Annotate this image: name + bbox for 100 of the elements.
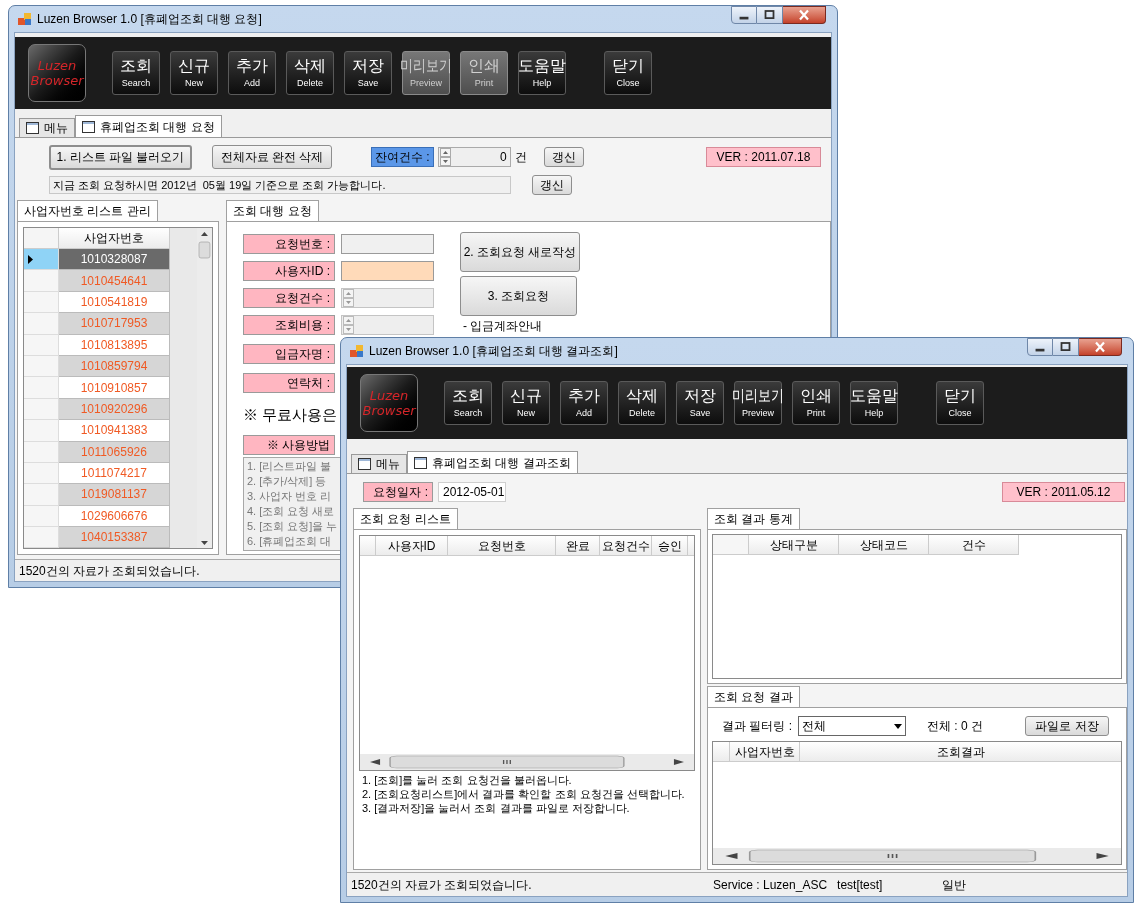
column-header[interactable]: 사업자번호 bbox=[59, 228, 170, 249]
user-text: test[test] bbox=[837, 876, 883, 894]
refresh-button[interactable]: 갱신 bbox=[543, 147, 584, 167]
group-tab[interactable]: 조회 요청 결과 bbox=[707, 686, 800, 707]
field-label: 요청건수 : bbox=[243, 288, 335, 308]
maximize-button[interactable] bbox=[757, 6, 783, 24]
close-button[interactable] bbox=[1079, 338, 1122, 356]
table-cell[interactable]: 1029606676 bbox=[59, 505, 170, 528]
column-header[interactable]: 상태구분 bbox=[749, 535, 839, 555]
window-title: Luzen Browser 1.0 [휴폐업조회 대행 결과조회] bbox=[369, 343, 618, 360]
toolbar-button[interactable]: 도움말 Help bbox=[518, 51, 566, 95]
logo: Luzen Browser bbox=[360, 374, 418, 432]
minimize-button[interactable] bbox=[1027, 338, 1053, 356]
tab[interactable]: 휴폐업조회 대행 결과조회 bbox=[407, 451, 578, 473]
column-header[interactable]: 사용자ID bbox=[376, 536, 448, 555]
toolbar-button[interactable]: 미리보기 Preview bbox=[734, 381, 782, 425]
usage-label: ※ 사용방법 bbox=[243, 434, 335, 455]
column-header[interactable]: 사업자번호 bbox=[730, 742, 800, 761]
horizontal-scrollbar[interactable] bbox=[360, 754, 694, 770]
mode-text: 일반 bbox=[942, 876, 967, 894]
date-field[interactable]: 2012-05-01 bbox=[438, 482, 506, 502]
toolbar-button[interactable]: 저장 Save bbox=[676, 381, 724, 425]
toolbar-button[interactable]: 닫기 Close bbox=[936, 381, 984, 425]
unit-label: 건 bbox=[514, 149, 527, 166]
tab[interactable]: 휴폐업조회 대행 요청 bbox=[75, 115, 222, 137]
column-header[interactable]: 요청건수 bbox=[600, 536, 652, 555]
spinner-field[interactable] bbox=[341, 288, 434, 308]
count-spinner[interactable]: 0 bbox=[437, 147, 511, 167]
refresh-button[interactable]: 갱신 bbox=[532, 175, 572, 195]
maximize-button[interactable] bbox=[1053, 338, 1079, 356]
window-icon bbox=[358, 458, 371, 470]
app-icon bbox=[18, 12, 32, 26]
column-header[interactable]: 승인 bbox=[652, 536, 688, 555]
account-note: - 입금계좌안내 bbox=[463, 319, 544, 333]
status-text: 1520건의 자료가 조회되었습니다. bbox=[19, 562, 200, 580]
toolbar-button[interactable]: 삭제 Delete bbox=[618, 381, 666, 425]
table-cell[interactable]: 1010941383 bbox=[59, 420, 170, 442]
version-label: VER : 2011.05.12 bbox=[1002, 482, 1125, 502]
status-text: 1520건의 자료가 조회되었습니다. bbox=[351, 876, 533, 894]
toolbar-button[interactable]: 조회 Search bbox=[444, 381, 492, 425]
new-request-button[interactable]: 2. 조회요청 새로작성 bbox=[460, 232, 580, 272]
toolbar-button[interactable]: 삭제 Delete bbox=[286, 51, 334, 95]
toolbar-button[interactable]: 추가 Add bbox=[560, 381, 608, 425]
spinner-arrows-icon[interactable] bbox=[343, 316, 354, 334]
group-tab[interactable]: 사업자번호 리스트 관리 bbox=[17, 200, 158, 221]
group-tab[interactable]: 조회 대행 요청 bbox=[226, 200, 319, 221]
remaining-count-label: 잔여건수 : bbox=[371, 147, 434, 167]
spinner-field[interactable] bbox=[341, 315, 434, 335]
delete-all-button[interactable]: 전체자료 완전 삭제 bbox=[212, 145, 332, 169]
toolbar-button[interactable]: 추가 Add bbox=[228, 51, 276, 95]
toolbar-button[interactable]: 저장 Save bbox=[344, 51, 392, 95]
minimize-button[interactable] bbox=[731, 6, 757, 24]
table-cell[interactable]: 1010328087 bbox=[59, 249, 170, 271]
current-row-icon bbox=[28, 254, 33, 264]
toolbar-button[interactable]: 닫기 Close bbox=[604, 51, 652, 95]
notice-field: 지금 조회 요청하시면 2012년 05월 19일 기준으로 조회 가능합니다. bbox=[49, 176, 511, 194]
toolbar-button[interactable]: 도움말 Help bbox=[850, 381, 898, 425]
service-text: Service : Luzen_ASC bbox=[713, 876, 828, 894]
column-header[interactable]: 조회결과 bbox=[800, 742, 1121, 761]
tab[interactable]: 메뉴 bbox=[19, 118, 75, 137]
column-header[interactable]: 요청번호 bbox=[448, 536, 556, 555]
group-tab[interactable]: 조회 결과 통계 bbox=[707, 508, 800, 529]
notice-text: ※ 무료사용은 bbox=[243, 405, 338, 425]
request-button[interactable]: 3. 조회요청 bbox=[460, 276, 577, 316]
load-list-button[interactable]: 1. 리스트 파일 불러오기 bbox=[49, 144, 192, 170]
field-label: 연락처 : bbox=[243, 373, 335, 393]
help-text: 3. [결과저장]을 눌러서 조회 결과를 파일로 저장합니다. bbox=[362, 801, 631, 815]
spinner-arrows-icon[interactable] bbox=[343, 289, 354, 307]
window-icon bbox=[26, 122, 39, 134]
horizontal-scrollbar[interactable] bbox=[713, 848, 1121, 864]
input-field[interactable] bbox=[341, 234, 434, 254]
toolbar-button[interactable]: 신규 New bbox=[170, 51, 218, 95]
usage-line: 1. [리스트파일 불 bbox=[247, 458, 333, 474]
help-text: 2. [조회요청리스트]에서 결과를 확인할 조회 요청건을 선택합니다. bbox=[362, 787, 686, 801]
total-count: 전체 : 0 건 bbox=[927, 718, 984, 735]
spinner-arrows-icon[interactable] bbox=[439, 148, 451, 166]
group-tab[interactable]: 조회 요청 리스트 bbox=[353, 508, 458, 529]
field-label: 조회비용 : bbox=[243, 315, 335, 335]
column-header[interactable]: 건수 bbox=[929, 535, 1019, 555]
close-button[interactable] bbox=[783, 6, 826, 24]
field-label: 요청일자 : bbox=[363, 482, 433, 502]
tab[interactable]: 메뉴 bbox=[351, 454, 407, 473]
filter-dropdown[interactable]: 전체 bbox=[798, 716, 906, 736]
dropdown-caret-icon bbox=[894, 723, 902, 729]
usage-line: 5. [조회 요청]을 누 bbox=[247, 518, 339, 534]
toolbar-button[interactable]: 인쇄 Print bbox=[792, 381, 840, 425]
usage-line: 6. [휴폐업조회 대 bbox=[247, 533, 333, 549]
save-to-file-button[interactable]: 파일로 저장 bbox=[1025, 716, 1110, 736]
usage-line: 4. [조회 요청 새로 bbox=[247, 503, 336, 519]
usage-line: 2. [추가/삭제] 등 bbox=[247, 473, 328, 489]
column-header[interactable]: 상태코드 bbox=[839, 535, 929, 555]
input-field[interactable] bbox=[341, 261, 434, 281]
column-header[interactable]: 완료 bbox=[556, 536, 600, 555]
toolbar-button[interactable]: 조회 Search bbox=[112, 51, 160, 95]
toolbar-button[interactable]: 신규 New bbox=[502, 381, 550, 425]
row-header[interactable] bbox=[24, 249, 59, 271]
usage-line: 3. 사업자 번호 리 bbox=[247, 488, 333, 504]
app-icon bbox=[350, 344, 364, 358]
window-icon bbox=[82, 120, 95, 133]
field-label: 입금자명 : bbox=[243, 344, 335, 364]
